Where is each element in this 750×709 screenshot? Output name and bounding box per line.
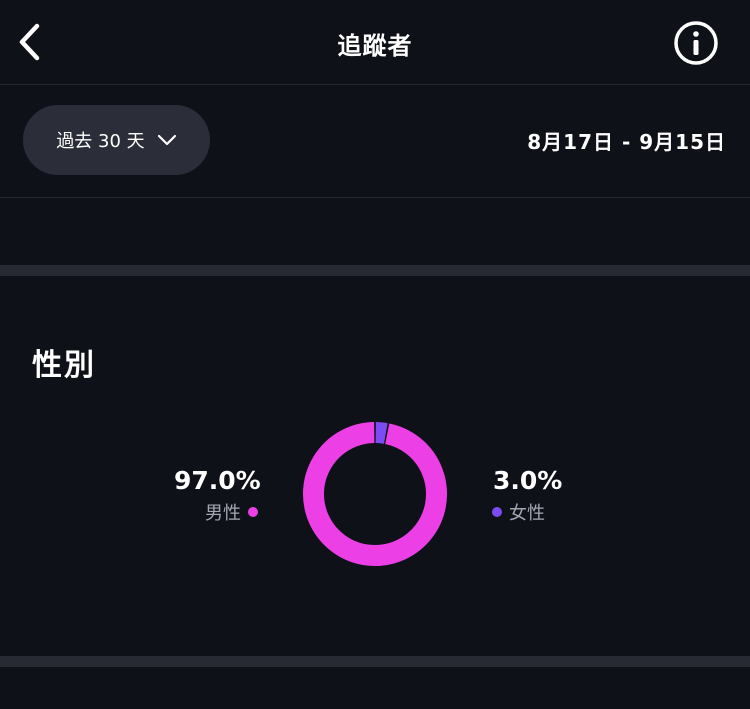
chevron-down-icon: [157, 134, 176, 146]
period-label: 過去 30 天: [56, 131, 145, 152]
section-divider: [0, 265, 750, 276]
period-dropdown[interactable]: 過去 30 天: [23, 105, 210, 175]
info-button[interactable]: [671, 18, 721, 68]
female-percent: 3.0%: [493, 466, 563, 495]
filter-row: 過去 30 天 8月17日 - 9月15日: [0, 85, 750, 198]
info-circle-icon: [674, 21, 718, 65]
gender-section-title: 性別: [32, 348, 96, 383]
female-legend-dot: [492, 507, 502, 517]
page-title: 追蹤者: [337, 32, 413, 60]
donut-slice-male: [303, 422, 447, 566]
male-label: 男性: [205, 503, 241, 524]
male-legend-dot: [248, 507, 258, 517]
gender-donut-chart: [303, 422, 447, 566]
section-divider-bottom: [0, 656, 750, 667]
female-label: 女性: [509, 503, 545, 524]
top-bar: 追蹤者: [0, 0, 750, 85]
female-legend: 女性: [492, 499, 545, 525]
date-range: 8月17日 - 9月15日: [527, 130, 726, 154]
donut-slice-female: [375, 422, 388, 444]
male-legend: 男性: [205, 499, 258, 525]
male-percent: 97.0%: [174, 466, 261, 495]
